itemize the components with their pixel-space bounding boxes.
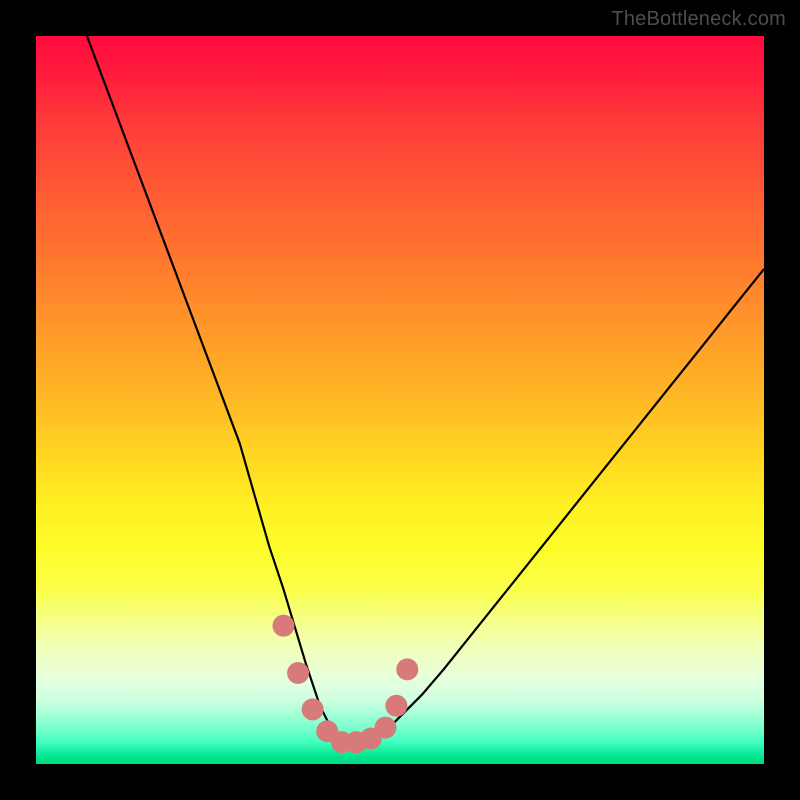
bottleneck-curve — [87, 36, 764, 742]
marker-point — [287, 662, 309, 684]
chart-frame: TheBottleneck.com — [0, 0, 800, 800]
marker-point — [385, 695, 407, 717]
curve-svg — [36, 36, 764, 764]
marker-point — [273, 615, 295, 637]
marker-point — [374, 717, 396, 739]
marker-point — [396, 658, 418, 680]
highlight-markers — [273, 615, 419, 753]
watermark-text: TheBottleneck.com — [611, 8, 786, 31]
plot-area — [36, 36, 764, 764]
marker-point — [302, 698, 324, 720]
